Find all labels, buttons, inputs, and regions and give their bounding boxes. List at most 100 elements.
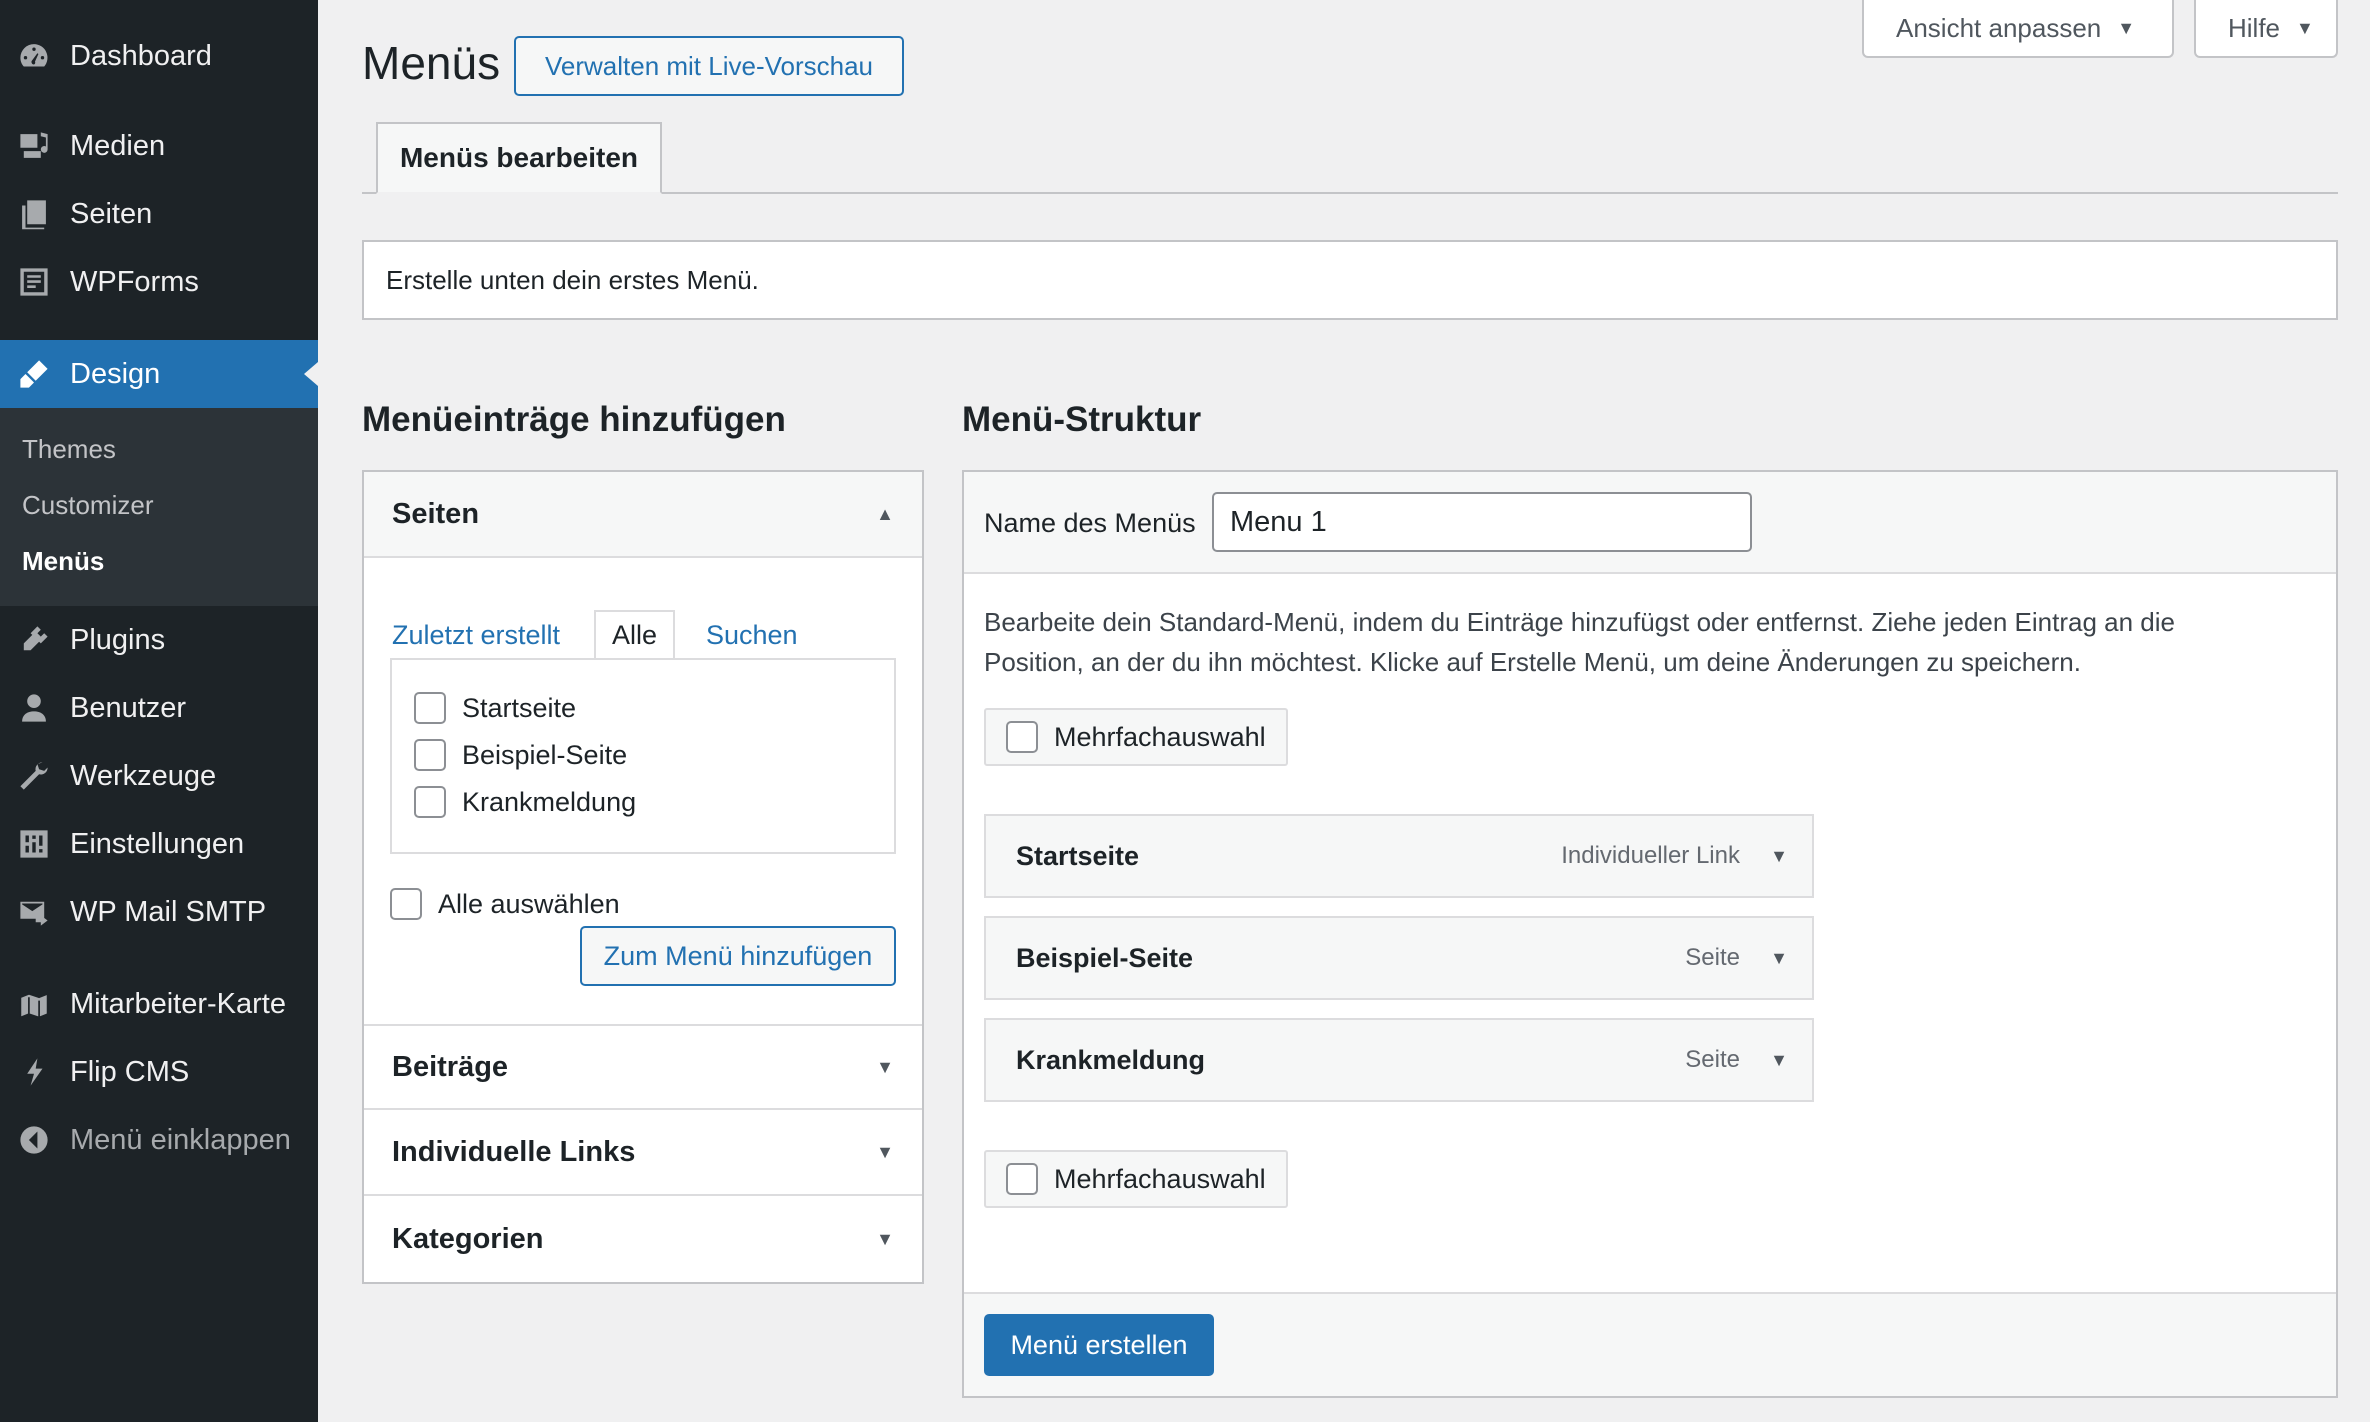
- flip-icon: [16, 1054, 52, 1090]
- tab-edit-menus[interactable]: Menüs bearbeiten: [376, 122, 662, 194]
- menu-item[interactable]: Startseite Individueller Link ▼: [984, 814, 1814, 898]
- sidebar-item-design[interactable]: Design: [0, 340, 318, 408]
- sidebar-item-dashboard[interactable]: Dashboard: [0, 24, 318, 88]
- accordion-section-label: Beiträge: [392, 1050, 509, 1083]
- sidebar-item-label: Flip CMS: [70, 1055, 190, 1088]
- caret-down-icon: ▼: [876, 1228, 894, 1249]
- checkbox[interactable]: [414, 786, 446, 818]
- sidebar-item-label: Mitarbeiter-Karte: [70, 987, 286, 1020]
- settings-icon: [16, 826, 52, 862]
- add-items-accordion: Seiten ▲ Zuletzt erstellt Alle Suchen St…: [362, 470, 924, 1284]
- screen-options-label: Ansicht anpassen: [1896, 12, 2102, 43]
- submenu-item-menus[interactable]: Menüs: [22, 546, 104, 577]
- add-items-heading: Menüeinträge hinzufügen: [362, 400, 786, 439]
- create-menu-button[interactable]: Menü erstellen: [984, 1314, 1214, 1376]
- checklist-item-label: Krankmeldung: [462, 786, 637, 817]
- page-title: Menüs: [362, 37, 501, 89]
- menu-item[interactable]: Beispiel-Seite Seite ▼: [984, 916, 1814, 1000]
- dashboard-icon: [16, 38, 52, 74]
- sidebar-item-label: Design: [70, 357, 161, 390]
- caret-down-icon[interactable]: ▼: [1770, 846, 1788, 867]
- accordion-section-label: Kategorien: [392, 1222, 544, 1255]
- checkbox[interactable]: [1006, 1163, 1038, 1195]
- menu-item-title: Beispiel-Seite: [1016, 942, 1194, 973]
- accordion-section-categories[interactable]: Kategorien ▼: [364, 1196, 922, 1282]
- instructions-line: Position, an der du ihn möchtest. Klicke…: [984, 647, 2081, 677]
- map-icon: [16, 986, 52, 1022]
- screen-options-button[interactable]: Ansicht anpassen ▼: [1862, 0, 2174, 58]
- sidebar-item-label: Einstellungen: [70, 827, 245, 860]
- sidebar-item-wpforms[interactable]: WPForms: [0, 250, 318, 314]
- caret-down-icon: ▼: [876, 1056, 894, 1077]
- menu-item-title: Krankmeldung: [1016, 1044, 1206, 1075]
- sidebar-item-label: Plugins: [70, 623, 166, 656]
- menu-footer: Menü erstellen: [964, 1292, 2336, 1396]
- menu-name-input[interactable]: [1212, 492, 1752, 552]
- select-all-label: Alle auswählen: [438, 888, 620, 919]
- tab-all[interactable]: Alle: [594, 610, 676, 660]
- sidebar-item-flip-cms[interactable]: Flip CMS: [0, 1040, 318, 1104]
- checkbox[interactable]: [414, 739, 446, 771]
- sidebar-item-pages[interactable]: Seiten: [0, 182, 318, 246]
- sidebar-item-label: Werkzeuge: [70, 759, 217, 792]
- menu-name-label: Name des Menüs: [984, 508, 1196, 538]
- checklist-item[interactable]: Beispiel-Seite: [414, 739, 627, 771]
- media-icon: [16, 128, 52, 164]
- checkbox[interactable]: [414, 692, 446, 724]
- sidebar-item-mitarbeiter-karte[interactable]: Mitarbeiter-Karte: [0, 972, 318, 1036]
- collapse-icon: [16, 1122, 52, 1158]
- accordion-section-custom-links[interactable]: Individuelle Links ▼: [364, 1110, 922, 1196]
- caret-down-icon[interactable]: ▼: [1770, 948, 1788, 969]
- accordion-section-pages[interactable]: Seiten ▲: [364, 472, 922, 558]
- bulk-select-top[interactable]: Mehrfachauswahl: [984, 708, 1288, 766]
- caret-down-icon: ▼: [2296, 17, 2314, 38]
- instructions-line: Bearbeite dein Standard-Menü, indem du E…: [984, 607, 2175, 637]
- appearance-icon: [16, 356, 52, 392]
- accordion-section-posts[interactable]: Beiträge ▼: [364, 1024, 922, 1110]
- sidebar-item-label: Medien: [70, 129, 166, 162]
- caret-up-icon: ▲: [876, 503, 894, 524]
- checklist-item-label: Startseite: [462, 692, 577, 723]
- accordion-section-label: Individuelle Links: [392, 1135, 636, 1168]
- tools-icon: [16, 758, 52, 794]
- checkbox[interactable]: [1006, 721, 1038, 753]
- select-all-checkbox[interactable]: Alle auswählen: [390, 888, 620, 920]
- sidebar-item-plugins[interactable]: Plugins: [0, 608, 318, 672]
- sidebar-item-label: Dashboard: [70, 39, 212, 72]
- sidebar-item-users[interactable]: Benutzer: [0, 676, 318, 740]
- sidebar-item-settings[interactable]: Einstellungen: [0, 812, 318, 876]
- design-submenu: Themes Customizer Menüs: [0, 408, 318, 606]
- caret-down-icon: ▼: [876, 1141, 894, 1162]
- menu-item-type: Individueller Link: [1561, 842, 1740, 869]
- caret-down-icon[interactable]: ▼: [1770, 1050, 1788, 1071]
- tab-search[interactable]: Suchen: [706, 610, 798, 660]
- help-button[interactable]: Hilfe ▼: [2194, 0, 2338, 58]
- checklist-item[interactable]: Startseite: [414, 692, 576, 724]
- wpforms-icon: [16, 264, 52, 300]
- menu-name-bar: Name des Menüs: [964, 472, 2336, 574]
- tab-recent[interactable]: Zuletzt erstellt: [392, 610, 560, 660]
- plugins-icon: [16, 622, 52, 658]
- checklist-item[interactable]: Krankmeldung: [414, 786, 636, 818]
- add-to-menu-button[interactable]: Zum Menü hinzufügen: [580, 926, 896, 986]
- caret-down-icon: ▼: [2117, 17, 2136, 38]
- menu-instructions: Bearbeite dein Standard-Menü, indem du E…: [984, 602, 2284, 682]
- live-preview-button[interactable]: Verwalten mit Live-Vorschau: [514, 36, 904, 96]
- sidebar-item-label: Seiten: [70, 197, 153, 230]
- bulk-select-label: Mehrfachauswahl: [1054, 1163, 1266, 1194]
- bulk-select-bottom[interactable]: Mehrfachauswahl: [984, 1150, 1288, 1208]
- sidebar-item-wp-mail-smtp[interactable]: WP Mail SMTP: [0, 880, 318, 944]
- sidebar-collapse-menu[interactable]: Menü einklappen: [0, 1108, 318, 1172]
- sidebar-item-label: WPForms: [70, 265, 199, 298]
- menu-item[interactable]: Krankmeldung Seite ▼: [984, 1018, 1814, 1102]
- submenu-item-themes[interactable]: Themes: [22, 434, 116, 465]
- sidebar-item-label: Benutzer: [70, 691, 187, 724]
- sidebar-item-tools[interactable]: Werkzeuge: [0, 744, 318, 808]
- submenu-item-customizer[interactable]: Customizer: [22, 490, 153, 521]
- checkbox[interactable]: [390, 888, 422, 920]
- pages-checklist: Startseite Beispiel-Seite Krankmeldung: [390, 658, 896, 854]
- admin-sidebar: Dashboard Medien Seiten WPForms Design T…: [0, 0, 318, 1422]
- help-label: Hilfe: [2228, 12, 2281, 43]
- menu-structure-heading: Menü-Struktur: [962, 400, 1202, 439]
- sidebar-item-media[interactable]: Medien: [0, 114, 318, 178]
